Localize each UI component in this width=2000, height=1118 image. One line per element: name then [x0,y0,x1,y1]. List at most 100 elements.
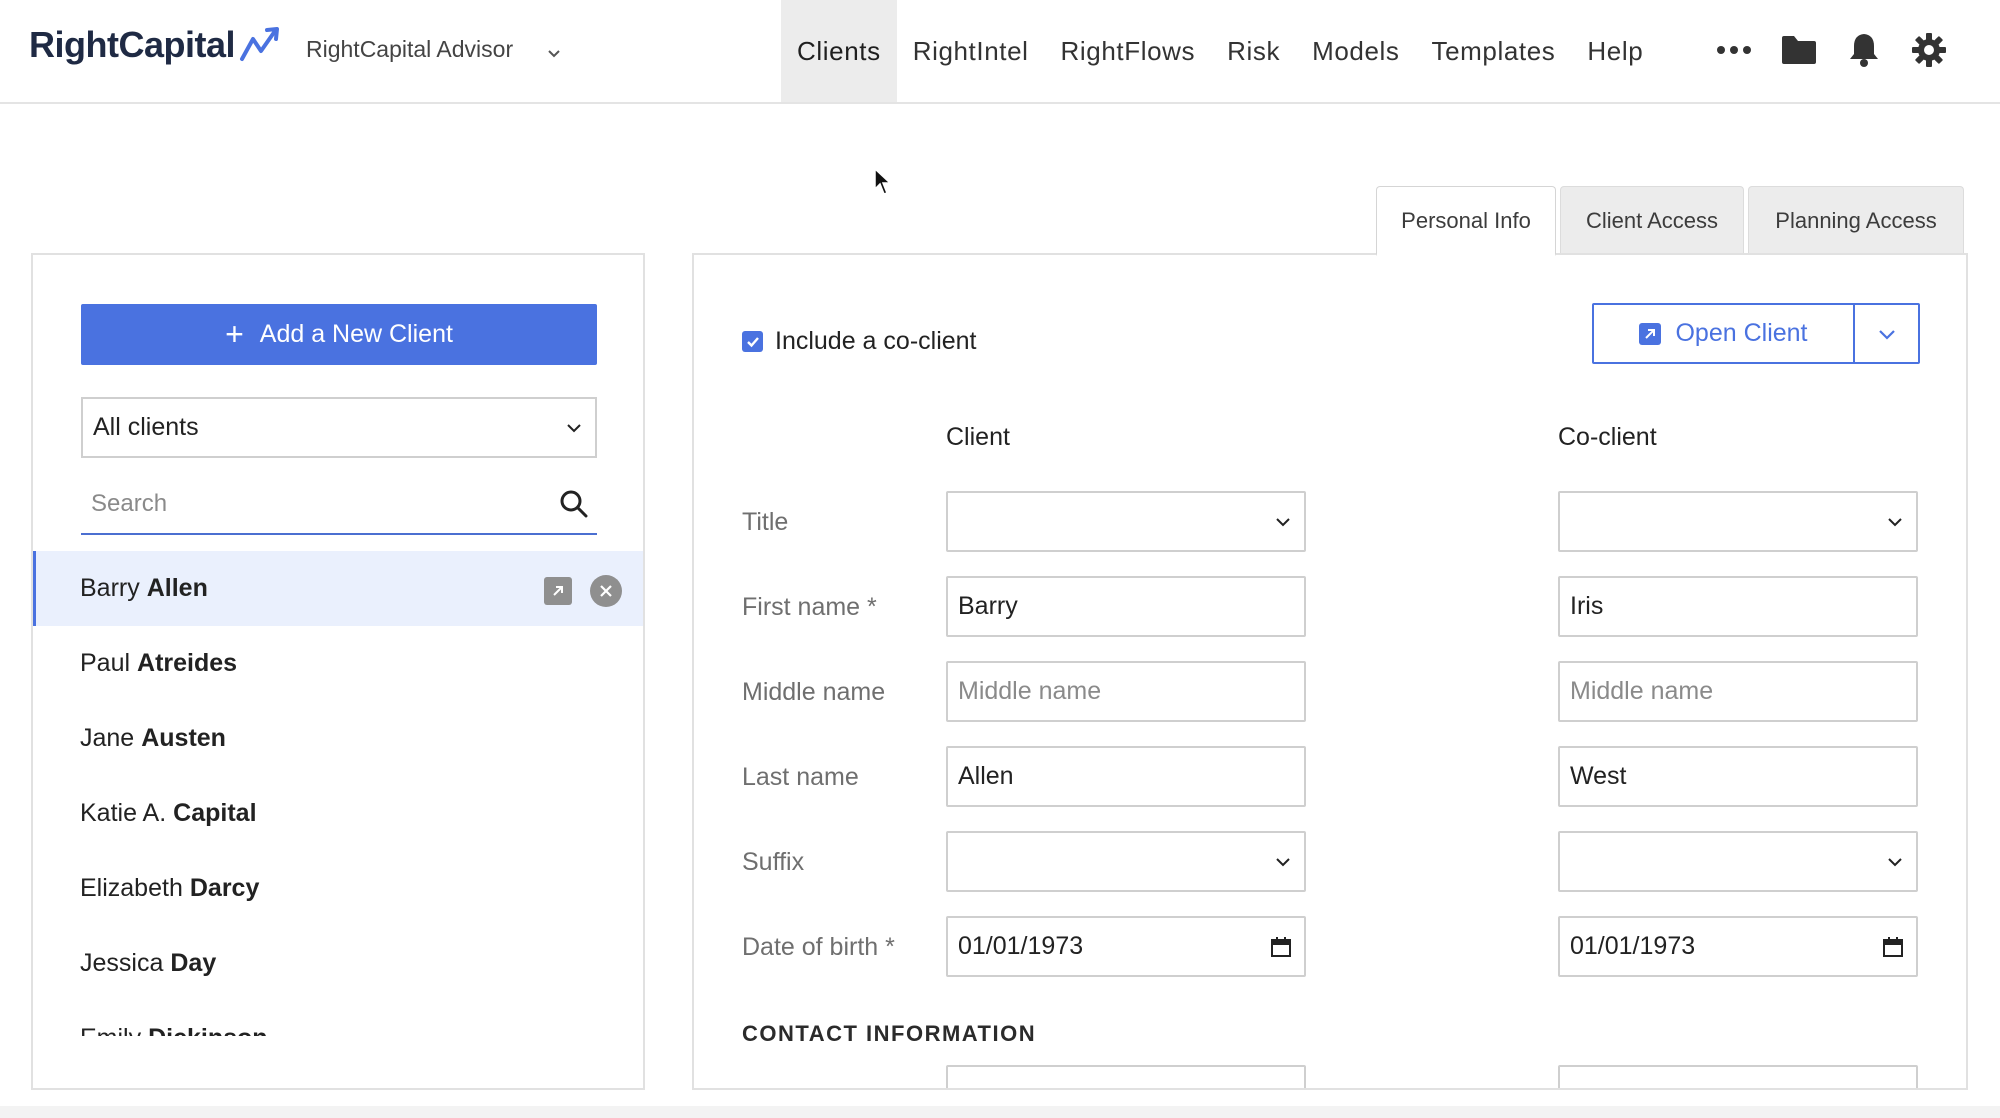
client-dob-field[interactable]: 01/01/1973 [946,916,1306,977]
open-client-label: Open Client [1675,319,1808,347]
list-item[interactable]: Jessica Day [33,926,643,1001]
include-coclient-option[interactable]: Include a co-client [742,327,977,356]
list-item[interactable]: Elizabeth Darcy [33,851,643,926]
contact-information-heading: CONTACT INFORMATION [742,1021,1037,1046]
label-middle-name: Middle name [742,678,886,706]
client-list-panel: + Add a New Client All clients Barry All… [31,253,645,1090]
nav-help[interactable]: Help [1571,0,1659,102]
client-filter-value: All clients [93,413,199,441]
coclient-last-name-field[interactable]: West [1558,746,1918,807]
list-item[interactable]: Barry Allen [33,551,643,626]
chevron-down-icon[interactable] [546,46,562,62]
detail-tabs: Personal Info Client Access Planning Acc… [1376,186,1968,256]
nav-rightflows[interactable]: RightFlows [1045,0,1212,102]
label-first-name: First name * [742,593,877,621]
open-external-icon [1639,322,1662,345]
client-last-name: Day [170,949,217,977]
client-filter-select[interactable]: All clients [81,397,597,458]
mouse-cursor-icon [874,168,892,195]
coclient-first-name-field[interactable]: Iris [1558,576,1918,637]
client-last-name: Dickinson [148,1024,267,1036]
client-dob-value: 01/01/1973 [958,932,1084,960]
coclient-middle-name-field[interactable]: Middle name [1558,661,1918,722]
plus-icon: + [225,316,244,352]
add-new-client-label: Add a New Client [259,320,453,348]
tab-personal-info[interactable]: Personal Info [1376,186,1556,256]
list-item[interactable]: Katie A. Capital [33,776,643,851]
coclient-title-select[interactable] [1558,491,1918,552]
main-nav: Clients RightIntel RightFlows Risk Model… [781,0,1659,102]
column-header-client: Client [946,423,1010,451]
client-last-name: Atreides [137,649,238,677]
gear-icon[interactable] [1909,30,1949,70]
tab-client-access[interactable]: Client Access [1560,186,1744,254]
client-title-select[interactable] [946,491,1306,552]
label-title: Title [742,508,789,536]
client-first-name: Elizabeth [80,874,183,902]
client-first-name: Jessica [80,949,164,977]
label-suffix: Suffix [742,848,805,876]
advisor-selector[interactable]: RightCapital Advisor [306,36,513,63]
coclient-suffix-select[interactable] [1558,831,1918,892]
client-last-name: Allen [146,574,208,602]
column-header-coclient: Co-client [1558,423,1657,451]
client-first-name: Katie A. [80,799,167,827]
client-middle-name-field[interactable]: Middle name [946,661,1306,722]
client-last-name: Darcy [189,874,260,902]
rightcapital-logo[interactable]: RightCapital [29,24,283,66]
list-item[interactable]: Emily Dickinson [33,1001,643,1036]
coclient-dob-value: 01/01/1973 [1570,932,1696,960]
search-icon[interactable] [559,489,589,519]
chevron-down-icon [1888,858,1902,867]
nav-clients[interactable]: Clients [781,0,897,102]
open-client-button[interactable]: Open Client [1594,305,1855,362]
calendar-icon[interactable] [1882,936,1904,958]
add-new-client-button[interactable]: + Add a New Client [81,304,597,365]
open-external-icon[interactable] [544,577,572,605]
logo-text: RightCapital [29,24,236,65]
nav-icon-group [1714,30,1974,70]
nav-risk[interactable]: Risk [1211,0,1296,102]
logo-arrow-icon [240,27,279,61]
chevron-down-icon [1878,329,1895,340]
list-item[interactable]: Jane Austen [33,701,643,776]
nav-models[interactable]: Models [1296,0,1415,102]
client-search [81,477,597,535]
client-first-name: Paul [80,649,131,677]
client-last-name-field[interactable]: Allen [946,746,1306,807]
bell-icon[interactable] [1844,30,1884,70]
chevron-down-icon [567,424,581,433]
client-list: Barry Allen Paul Atreides Jane Austen Ka… [33,551,643,1036]
top-navigation-bar: RightCapital RightCapital Advisor Client… [0,0,2000,104]
tab-planning-access[interactable]: Planning Access [1748,186,1964,254]
label-date-of-birth: Date of birth * [742,933,895,961]
client-first-name-field[interactable]: Barry [946,576,1306,637]
calendar-icon[interactable] [1270,936,1292,958]
client-last-name: Capital [173,799,257,827]
open-client-dropdown[interactable] [1855,305,1918,362]
label-last-name: Last name [742,763,859,791]
folder-icon[interactable] [1779,30,1819,70]
client-last-name: Austen [141,724,226,752]
chevron-down-icon [1276,518,1290,527]
nav-rightintel[interactable]: RightIntel [897,0,1045,102]
coclient-cell-phone-field[interactable] [1558,1065,1918,1088]
personal-info-panel: Include a co-client Open Client Client C… [692,253,1968,1090]
search-input[interactable] [81,477,521,531]
coclient-label: Include a co-client [775,327,977,355]
client-home-phone-field[interactable] [946,1065,1306,1088]
client-first-name: Jane [80,724,135,752]
chevron-down-icon [1888,518,1902,527]
coclient-dob-field[interactable]: 01/01/1973 [1558,916,1918,977]
more-icon[interactable] [1714,30,1754,70]
open-client-split-button: Open Client [1592,303,1920,364]
client-first-name: Barry [80,574,140,602]
chevron-down-icon [1276,858,1290,867]
client-first-name: Emily [80,1024,141,1036]
list-item[interactable]: Paul Atreides [33,626,643,701]
client-suffix-select[interactable] [946,831,1306,892]
page-bottom-strip [0,1106,2000,1118]
remove-client-icon[interactable] [590,575,622,607]
nav-templates[interactable]: Templates [1416,0,1572,102]
coclient-checkbox[interactable] [742,331,763,352]
